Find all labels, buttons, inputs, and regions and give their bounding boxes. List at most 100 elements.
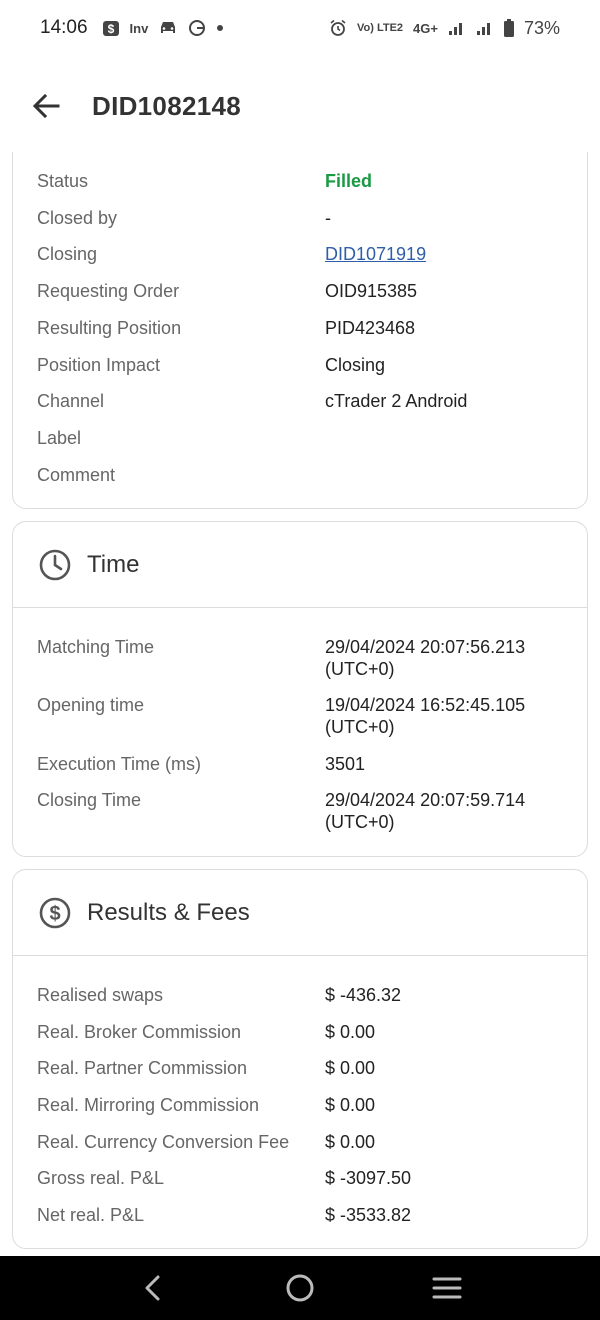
fees-label: Real. Currency Conversion Fee — [37, 1132, 290, 1152]
status-bar-left: 14:06 $ Inv — [40, 17, 224, 39]
battery-icon — [503, 19, 514, 37]
detail-label: Resulting Position — [37, 318, 182, 338]
time-row-matching: Matching Time 29/04/2024 20:07:56.213 (U… — [37, 636, 577, 680]
detail-row-position-impact: Position Impact Closing — [37, 354, 577, 376]
time-card: Time Matching Time 29/04/2024 20:07:56.2… — [12, 521, 588, 857]
dot-icon — [217, 25, 224, 31]
content-scroll-area[interactable]: Status Filled Closed by - Closing DID107… — [0, 152, 600, 1254]
status-value: Filled — [325, 171, 373, 191]
fees-row-net-pnl: Net real. P&L $ -3533.82 — [37, 1204, 577, 1226]
system-nav-bar — [0, 1256, 600, 1320]
closing-deal-link[interactable]: DID1071919 — [325, 243, 577, 265]
detail-label: Status — [37, 171, 89, 191]
detail-label: Requesting Order — [37, 281, 180, 301]
time-row-opening: Opening time 19/04/2024 16:52:45.105 (UT… — [37, 694, 577, 738]
page-title: DID1082148 — [92, 90, 241, 121]
detail-row-closed-by: Closed by - — [37, 207, 577, 229]
back-nav-icon — [145, 1275, 160, 1301]
status-bar-right: Vo) LTE2 4G+ 73% — [329, 18, 560, 39]
time-value-line2: (UTC+0) — [325, 812, 395, 832]
system-back-button[interactable] — [123, 1258, 183, 1318]
detail-row-requesting-order: Requesting Order OID915385 — [37, 280, 577, 302]
fees-value: $ -3533.82 — [325, 1205, 412, 1225]
detail-value: OID915385 — [325, 281, 418, 301]
system-recents-button[interactable] — [417, 1258, 477, 1318]
fees-row-gross-pnl: Gross real. P&L $ -3097.50 — [37, 1167, 577, 1189]
fees-label: Net real. P&L — [37, 1205, 145, 1225]
app-bar: DID1082148 — [0, 70, 600, 142]
svg-text:$: $ — [49, 903, 60, 925]
status-bar: 14:06 $ Inv Vo) LTE2 4G+ 73% — [0, 0, 600, 56]
fees-card: $ Results & Fees Realised swaps $ -436.3… — [12, 869, 588, 1249]
arrow-left-icon — [32, 93, 60, 119]
time-value-line1: 19/04/2024 16:52:45.105 — [325, 695, 526, 715]
detail-label: Channel — [37, 391, 105, 411]
details-card: Status Filled Closed by - Closing DID107… — [12, 152, 588, 509]
fees-card-header: $ Results & Fees — [13, 870, 587, 956]
time-value: 19/04/2024 16:52:45.105 (UTC+0) — [325, 694, 577, 738]
fees-label: Real. Mirroring Commission — [37, 1095, 260, 1115]
time-card-title: Time — [87, 550, 140, 578]
detail-label: Comment — [37, 465, 116, 485]
fees-value: $ -436.32 — [325, 985, 402, 1005]
detail-label: Closing — [37, 244, 98, 264]
detail-label: Position Impact — [37, 355, 161, 375]
fees-label: Realised swaps — [37, 985, 164, 1005]
detail-value: - — [325, 208, 331, 228]
fees-label: Real. Partner Commission — [37, 1058, 248, 1078]
detail-row-label: Label — [37, 427, 577, 449]
home-nav-icon — [286, 1274, 314, 1302]
fees-row-mirroring-commission: Real. Mirroring Commission $ 0.00 — [37, 1094, 577, 1116]
fees-row-broker-commission: Real. Broker Commission $ 0.00 — [37, 1021, 577, 1043]
fees-label: Gross real. P&L — [37, 1168, 165, 1188]
detail-row-status: Status Filled — [37, 170, 577, 192]
alarm-icon — [330, 19, 346, 36]
detail-value — [325, 427, 577, 449]
battery-percent: 73% — [523, 17, 560, 38]
detail-row-resulting-position: Resulting Position PID423468 — [37, 317, 577, 339]
time-label: Closing Time — [37, 790, 142, 810]
fees-value: $ 0.00 — [325, 1058, 376, 1078]
dollar-notification-icon: $ — [102, 21, 119, 36]
volte-icon: Vo) LTE2 — [356, 21, 404, 34]
time-row-closing: Closing Time 29/04/2024 20:07:59.714 (UT… — [37, 789, 577, 833]
fees-card-title: Results & Fees — [87, 898, 250, 926]
fees-row-partner-commission: Real. Partner Commission $ 0.00 — [37, 1057, 577, 1079]
clock-icon — [39, 549, 71, 580]
signal-icon-2 — [476, 23, 490, 35]
fees-value: $ -3097.50 — [325, 1168, 412, 1188]
time-value: 29/04/2024 20:07:59.714 (UTC+0) — [325, 789, 577, 833]
detail-value: Closing — [325, 355, 386, 375]
dollar-circle-icon: $ — [39, 897, 71, 928]
detail-value — [325, 464, 577, 486]
time-row-execution: Execution Time (ms) 3501 — [37, 753, 577, 775]
fees-label: Real. Broker Commission — [37, 1022, 242, 1042]
recents-nav-icon — [432, 1277, 462, 1299]
time-value: 3501 — [325, 754, 366, 774]
time-label: Execution Time (ms) — [37, 754, 202, 774]
time-label: Opening time — [37, 695, 145, 715]
fees-row-currency-conversion: Real. Currency Conversion Fee $ 0.00 — [37, 1131, 577, 1153]
system-home-button[interactable] — [270, 1258, 330, 1318]
time-value: 29/04/2024 20:07:56.213 (UTC+0) — [325, 636, 577, 680]
fees-value: $ 0.00 — [325, 1132, 376, 1152]
status-time: 14:06 — [40, 17, 88, 38]
car-icon — [161, 22, 176, 33]
time-value-line1: 29/04/2024 20:07:59.714 — [325, 790, 526, 810]
detail-label: Closed by — [37, 208, 118, 228]
inv-notification-icon: Inv — [129, 20, 149, 36]
detail-value: cTrader 2 Android — [325, 391, 468, 411]
detail-value: PID423468 — [325, 318, 416, 338]
svg-text:$: $ — [107, 22, 114, 36]
detail-label: Label — [37, 428, 82, 448]
fees-row-swaps: Realised swaps $ -436.32 — [37, 984, 577, 1006]
time-card-header: Time — [13, 522, 587, 608]
time-value-line2: (UTC+0) — [325, 659, 395, 679]
back-button[interactable] — [16, 76, 76, 136]
signal-icon — [448, 23, 462, 35]
fees-value: $ 0.00 — [325, 1095, 376, 1115]
network-type: 4G+ — [413, 20, 438, 36]
time-label: Matching Time — [37, 637, 155, 657]
fees-value: $ 0.00 — [325, 1022, 376, 1042]
detail-row-comment: Comment — [37, 464, 577, 486]
